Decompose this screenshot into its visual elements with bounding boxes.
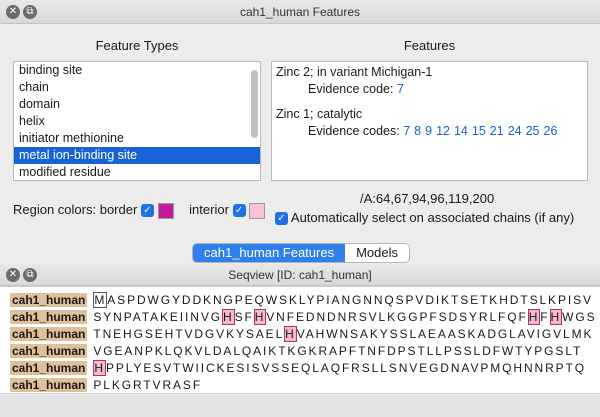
highlighted-residue[interactable]: H	[527, 308, 541, 325]
list-item[interactable]: metal ion-binding site	[14, 147, 260, 164]
border-color-swatch[interactable]	[157, 202, 174, 219]
residue-run[interactable]: VNFEDNDNRSVLKGGPFSDSYRLFQF	[266, 310, 527, 324]
positions-label: /A:64,67,94,96,119,200	[360, 191, 495, 206]
highlighted-residue[interactable]: H	[549, 308, 563, 325]
residue-run[interactable]: F	[540, 310, 549, 324]
window-title: cah1_human Features	[239, 5, 361, 19]
residue-run[interactable]: PPLYESVTWIICKESISVSSEQLAQFRSLLSNVEGDNAVP…	[106, 361, 586, 375]
evidence-code-link[interactable]: 24	[508, 124, 522, 138]
list-item[interactable]: domain	[14, 96, 260, 113]
sequence-name: cah1_human	[10, 326, 88, 341]
sequence-row[interactable]: cah1_human HPPLYESVTWIICKESISVSSEQLAQFRSL…	[10, 359, 586, 376]
evidence-code-link[interactable]: 21	[490, 124, 504, 138]
residue-run[interactable]: SF	[235, 310, 254, 324]
tab-bar: cah1_human Features Models	[192, 243, 411, 263]
highlighted-residue[interactable]: H	[221, 308, 235, 325]
residue-run[interactable]: ASPDWGYDDKNGPEQWSKLYPIANGNNQSPVDIKTSETKH…	[107, 293, 593, 307]
interior-label: interior	[189, 202, 229, 217]
auto-select-row[interactable]: ✓ Automatically select on associated cha…	[275, 210, 575, 226]
interior-checkbox[interactable]: ✓	[232, 204, 246, 218]
sequence-row[interactable]: cah1_human VGEANPKLQKVLDALQAIKTKGKRAPFTNF…	[10, 342, 582, 358]
sequence-row[interactable]: cah1_human PLKGRTVRASF	[10, 376, 202, 392]
sequence-row[interactable]: cah1_human SYNPATAKEIINVGHSFHVNFEDNDNRSVL…	[10, 308, 596, 325]
sequence-name: cah1_human	[10, 292, 88, 307]
interior-color-swatch[interactable]	[249, 202, 266, 219]
evidence-code-link[interactable]: 9	[425, 124, 432, 138]
list-item[interactable]: binding site	[14, 62, 260, 79]
list-item[interactable]: modified residue	[14, 164, 260, 180]
sequence-row[interactable]: cah1_human MASPDWGYDDKNGPEQWSKLYPIANGNNQS…	[10, 291, 593, 308]
tab-features[interactable]: cah1_human Features	[193, 244, 346, 262]
sequence-name: cah1_human	[10, 360, 88, 375]
status-bar	[0, 396, 600, 417]
list-scrollbar[interactable]	[251, 70, 258, 138]
evidence-code-link[interactable]: 7	[397, 82, 404, 96]
highlighted-residue[interactable]: H	[93, 359, 106, 376]
residue-run[interactable]: TNEHGSEHTVDGVKYSAEL	[93, 327, 284, 341]
auto-select-checkbox[interactable]: ✓	[275, 212, 288, 226]
residue-run[interactable]: VAHWNSAKYSSLAEAASKADGLAVIGVLMK	[297, 327, 594, 341]
list-item[interactable]: initiator methionine	[14, 130, 260, 147]
evidence-code-link[interactable]: 12	[436, 124, 450, 138]
evidence-code-link[interactable]: 15	[472, 124, 486, 138]
sequence-residues[interactable]: MASPDWGYDDKNGPEQWSKLYPIANGNNQSPVDIKTSETK…	[93, 291, 593, 308]
features-window-titlebar[interactable]: ✕ ⧉ cah1_human Features	[0, 0, 600, 24]
highlighted-residue[interactable]: H	[253, 308, 267, 325]
residue-run[interactable]: PLKGRTVRASF	[93, 378, 202, 392]
feature-entry[interactable]: Zinc 1; catalytic Evidence codes: 7 8 9 12 1…	[276, 106, 583, 140]
region-colors-label: Region colors: border	[13, 202, 138, 217]
feature-types-label: Feature Types	[95, 38, 179, 53]
residue-run[interactable]: VGEANPKLQKVLDALQAIKTKGKRAPFTNFDPSTLLPSSL…	[93, 344, 582, 358]
seqview-titlebar[interactable]: ✕ ⧉ Seqview [ID: cah1_human]	[0, 264, 600, 286]
sequence-residues[interactable]: HPPLYESVTWIICKESISVSSEQLAQFRSLLSNVEGDNAV…	[93, 359, 586, 376]
evidence-code-link[interactable]: 14	[454, 124, 468, 138]
sequence-residues[interactable]: PLKGRTVRASF	[93, 378, 202, 392]
cursor-residue[interactable]: M	[93, 291, 108, 308]
tab-models[interactable]: Models	[345, 244, 410, 262]
seqview-title: Seqview [ID: cah1_human]	[228, 268, 372, 282]
feature-types-list[interactable]: binding site chain domain helix initiator me…	[13, 61, 261, 181]
region-colors-row: Region colors: border ✓ interior ✓	[13, 202, 266, 219]
auto-select-label: Automatically select on associated chain…	[290, 210, 575, 225]
border-checkbox[interactable]: ✓	[140, 204, 154, 218]
sequence-name: cah1_human	[10, 309, 88, 324]
residue-run[interactable]: SYNPATAKEIINVG	[93, 310, 222, 324]
sequence-residues[interactable]: SYNPATAKEIINVGHSFHVNFEDNDNRSVLKGGPFSDSYR…	[93, 308, 596, 325]
residue-run[interactable]: WGS	[562, 310, 596, 324]
list-item[interactable]: helix	[14, 113, 260, 130]
feature-entry[interactable]: Zinc 2; in variant Michigan-1 Evidence c…	[276, 64, 583, 98]
evidence-code-link[interactable]: 25	[526, 124, 540, 138]
evidence-code-link[interactable]: 7	[403, 124, 410, 138]
highlighted-residue[interactable]: H	[284, 325, 297, 342]
sequence-residues[interactable]: TNEHGSEHTVDGVKYSAELHVAHWNSAKYSSLAEAASKAD…	[93, 325, 594, 342]
evidence-code-link[interactable]: 8	[414, 124, 421, 138]
sequence-name: cah1_human	[10, 343, 88, 358]
sequence-panel[interactable]: cah1_human MASPDWGYDDKNGPEQWSKLYPIANGNNQS…	[0, 286, 600, 394]
sequence-name: cah1_human	[10, 377, 88, 392]
features-list[interactable]: Zinc 2; in variant Michigan-1 Evidence c…	[271, 61, 588, 181]
features-label: Features	[403, 38, 456, 53]
sequence-row[interactable]: cah1_human TNEHGSEHTVDGVKYSAELHVAHWNSAKYS…	[10, 325, 594, 342]
evidence-code-link[interactable]: 26	[544, 124, 558, 138]
list-item[interactable]: chain	[14, 79, 260, 96]
sequence-residues[interactable]: VGEANPKLQKVLDALQAIKTKGKRAPFTNFDPSTLLPSSL…	[93, 344, 582, 358]
